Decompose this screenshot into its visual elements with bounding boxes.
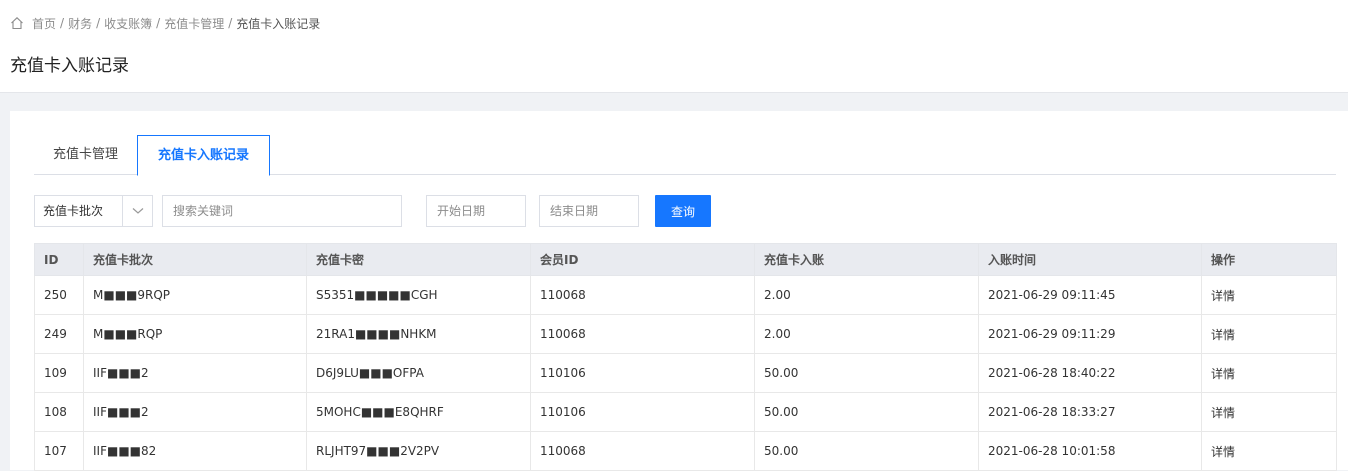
breadcrumb-ledger[interactable]: 收支账簿 [104, 15, 152, 32]
cell-id: 109 [34, 353, 84, 393]
column-header-batch[interactable]: 充值卡批次 [83, 243, 307, 276]
cell-card: S5351■■■■■CGH [306, 275, 531, 315]
cell-batch: IIF■■■2 [83, 353, 307, 393]
column-header-time[interactable]: 入账时间 [978, 243, 1202, 276]
cell-time: 2021-06-29 09:11:29 [978, 314, 1202, 354]
cell-amount: 50.00 [754, 353, 979, 393]
tab-bar: 充值卡管理 充值卡入账记录 [34, 135, 1336, 176]
detail-link[interactable]: 详情 [1201, 314, 1337, 354]
breadcrumb-separator: / [156, 16, 161, 30]
cell-card: RLJHT97■■■2V2PV [306, 431, 531, 471]
member-id-link[interactable]: 110068 [530, 314, 755, 354]
tab-card-records[interactable]: 充值卡入账记录 [137, 135, 270, 176]
breadcrumb-home[interactable]: 首页 [32, 15, 56, 32]
column-header-amount[interactable]: 充值卡入账 [754, 243, 979, 276]
cell-id: 250 [34, 275, 84, 315]
breadcrumb-current: 充值卡入账记录 [236, 16, 321, 31]
table-row: 109 IIF■■■2 D6J9LU■■■OFPA 110106 50.00 2… [34, 353, 1337, 393]
tab-card-management[interactable]: 充值卡管理 [34, 135, 137, 175]
end-date-input[interactable] [539, 195, 639, 227]
table-header-row: ID 充值卡批次 充值卡密 会员ID 充值卡入账 入账时间 操作 [34, 243, 1337, 276]
page-header: 首页 / 财务 / 收支账簿 / 充值卡管理 / 充值卡入账记录 充值卡入账记录 [0, 0, 1348, 93]
table-row: 107 IIF■■■82 RLJHT97■■■2V2PV 110068 50.0… [34, 431, 1337, 471]
cell-time: 2021-06-28 18:33:27 [978, 392, 1202, 432]
member-id-link[interactable]: 110106 [530, 353, 755, 393]
detail-link[interactable]: 详情 [1201, 431, 1337, 471]
cell-amount: 50.00 [754, 431, 979, 471]
cell-batch: M■■■RQP [83, 314, 307, 354]
breadcrumb-finance[interactable]: 财务 [68, 15, 92, 32]
cell-amount: 2.00 [754, 275, 979, 315]
cell-batch: IIF■■■82 [83, 431, 307, 471]
table-row: 249 M■■■RQP 21RA1■■■■NHKM 110068 2.00 20… [34, 314, 1337, 354]
detail-link[interactable]: 详情 [1201, 392, 1337, 432]
table-row: 108 IIF■■■2 5MOHC■■■E8QHRF 110106 50.00 … [34, 392, 1337, 432]
column-header-id[interactable]: ID [34, 243, 84, 276]
member-id-link[interactable]: 110068 [530, 431, 755, 471]
search-input[interactable] [162, 195, 402, 227]
member-id-link[interactable]: 110106 [530, 392, 755, 432]
breadcrumb-separator: / [60, 16, 65, 30]
cell-time: 2021-06-28 10:01:58 [978, 431, 1202, 471]
breadcrumb-separator: / [228, 16, 233, 30]
breadcrumb-card-management[interactable]: 充值卡管理 [164, 15, 224, 32]
cell-card: D6J9LU■■■OFPA [306, 353, 531, 393]
start-date-input[interactable] [426, 195, 526, 227]
breadcrumb: 首页 / 财务 / 收支账簿 / 充值卡管理 / 充值卡入账记录 [10, 14, 320, 32]
main-panel: 充值卡管理 充值卡入账记录 充值卡批次 查询 ID 充值卡批次 充值卡密 会员I… [10, 111, 1348, 471]
detail-link[interactable]: 详情 [1201, 353, 1337, 393]
home-icon[interactable] [10, 16, 24, 30]
breadcrumb-separator: / [96, 16, 101, 30]
column-header-member[interactable]: 会员ID [530, 243, 755, 276]
column-header-action: 操作 [1201, 243, 1337, 276]
detail-link[interactable]: 详情 [1201, 275, 1337, 315]
cell-batch: M■■■9RQP [83, 275, 307, 315]
cell-id: 108 [34, 392, 84, 432]
cell-id: 107 [34, 431, 84, 471]
cell-time: 2021-06-29 09:11:45 [978, 275, 1202, 315]
records-table: ID 充值卡批次 充值卡密 会员ID 充值卡入账 入账时间 操作 250 M■■… [34, 243, 1337, 471]
cell-time: 2021-06-28 18:40:22 [978, 353, 1202, 393]
cell-card: 5MOHC■■■E8QHRF [306, 392, 531, 432]
cell-batch: IIF■■■2 [83, 392, 307, 432]
member-id-link[interactable]: 110068 [530, 275, 755, 315]
cell-card: 21RA1■■■■NHKM [306, 314, 531, 354]
page-title: 充值卡入账记录 [10, 56, 129, 76]
chevron-down-icon[interactable] [122, 195, 153, 227]
column-header-card[interactable]: 充值卡密 [306, 243, 531, 276]
cell-id: 249 [34, 314, 84, 354]
cell-amount: 2.00 [754, 314, 979, 354]
search-button[interactable]: 查询 [655, 195, 711, 227]
cell-amount: 50.00 [754, 392, 979, 432]
table-row: 250 M■■■9RQP S5351■■■■■CGH 110068 2.00 2… [34, 275, 1337, 315]
